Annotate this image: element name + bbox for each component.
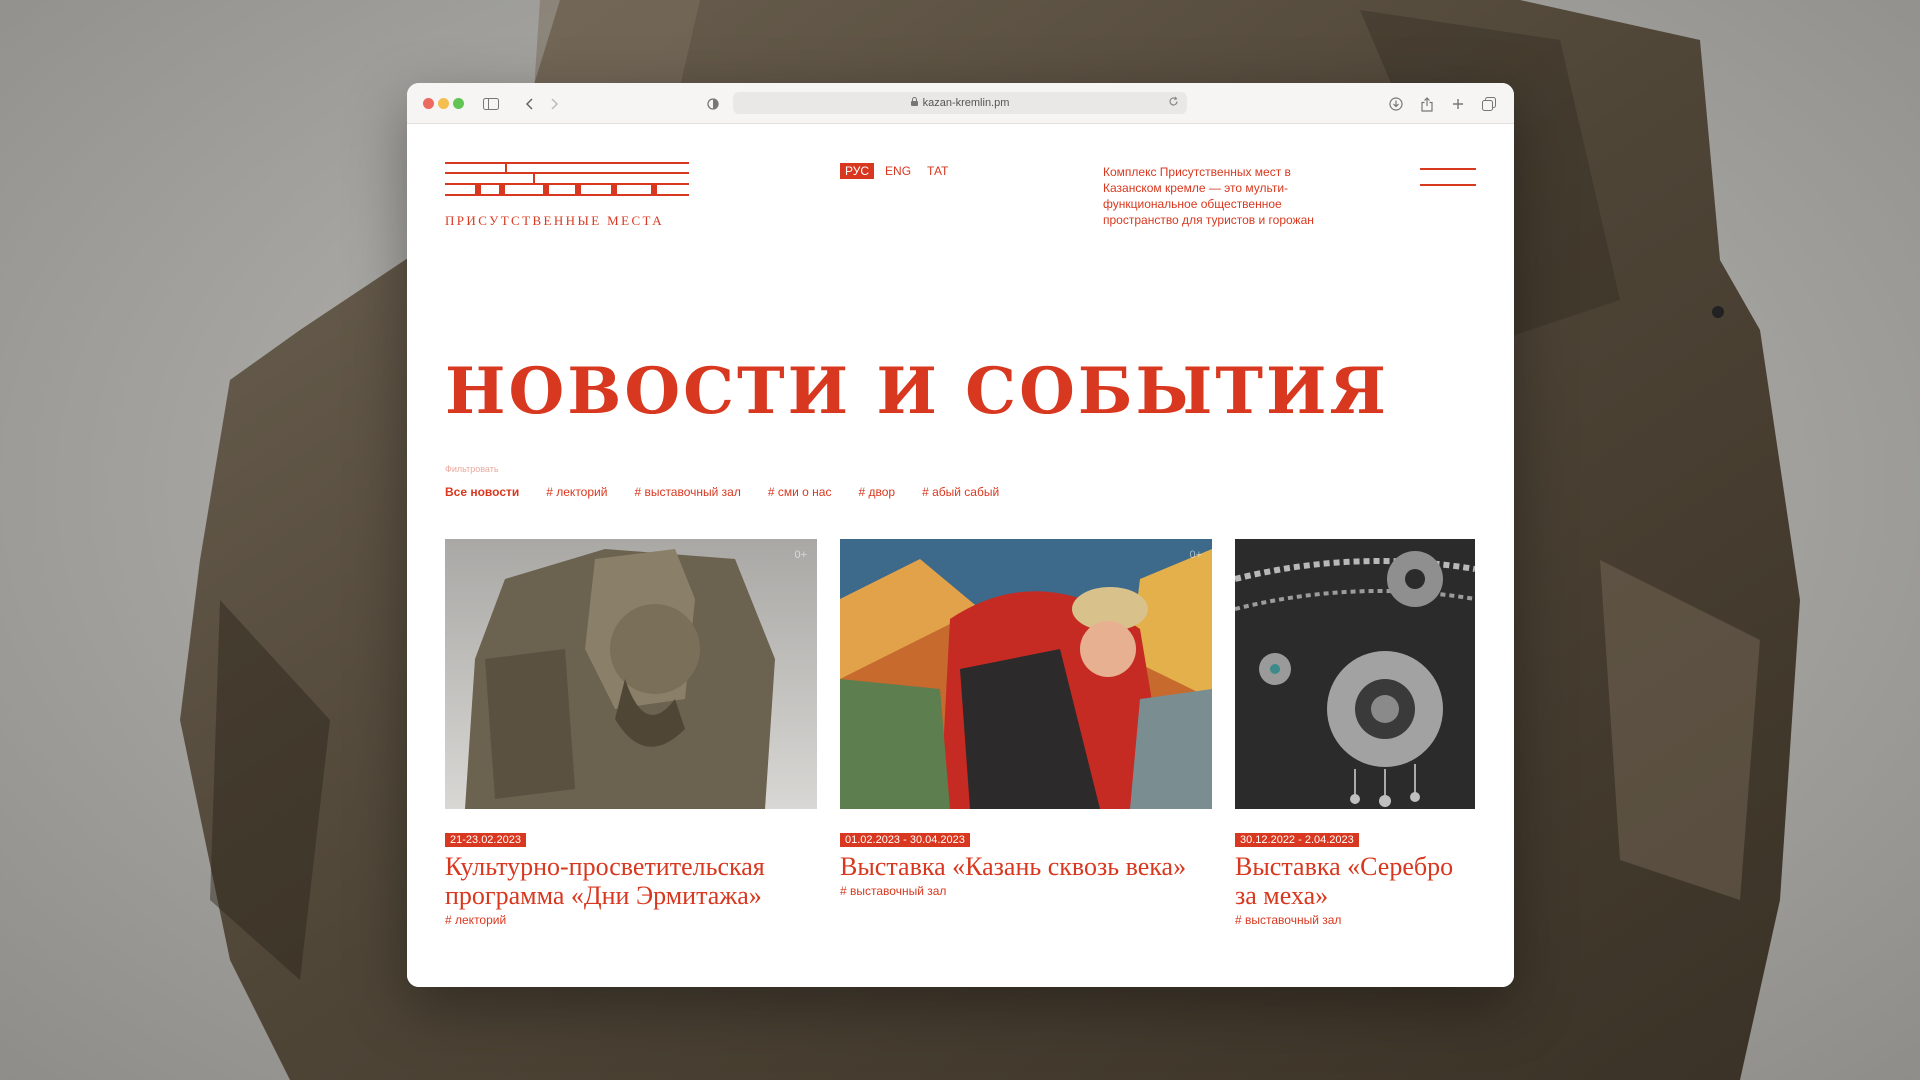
new-tab-icon[interactable]: [1448, 94, 1468, 114]
filter-bar: Все новости # лекторий # выставочный зал…: [445, 485, 1026, 499]
relief-image: [445, 539, 817, 809]
card-tag[interactable]: # выставочный зал: [1235, 913, 1475, 927]
card-image[interactable]: [1235, 539, 1475, 809]
page-title: НОВОСТИ И СОБЫТИЯ: [445, 354, 1389, 429]
date-badge: 01.02.2023 - 30.04.2023: [840, 833, 970, 847]
url-text: kazan-kremlin.pm: [922, 97, 1010, 109]
age-rating-badge: 0+: [794, 549, 807, 561]
close-window-button[interactable]: [423, 98, 434, 109]
forward-icon[interactable]: [545, 94, 565, 114]
site-description: Комплекс Присутственных мест в Казанском…: [1103, 165, 1314, 227]
reload-icon[interactable]: [1168, 96, 1179, 110]
logo-building-icon: [445, 162, 689, 196]
news-card[interactable]: 30.12.2022 - 2.04.2023 Выставка «Серебро…: [1235, 539, 1475, 927]
download-icon[interactable]: [1386, 94, 1406, 114]
painting-image: [840, 539, 1212, 809]
tab-overview-icon[interactable]: [1479, 94, 1499, 114]
card-image[interactable]: 0+: [445, 539, 817, 809]
lang-ru[interactable]: РУС: [840, 163, 875, 179]
card-title[interactable]: Культурно-просветительская программа «Дн…: [445, 852, 817, 910]
card-tag[interactable]: # выставочный зал: [840, 884, 1212, 898]
card-image[interactable]: 0+: [840, 539, 1212, 809]
filter-exhibition-hall[interactable]: # выставочный зал: [634, 485, 740, 499]
filter-label: Фильтровать: [445, 464, 499, 474]
web-page: Присутственные места РУС ENG ТАТ Комплек…: [407, 124, 1514, 987]
menu-icon[interactable]: [1420, 165, 1476, 191]
share-icon[interactable]: [1417, 94, 1437, 114]
privacy-shield-icon[interactable]: [703, 94, 723, 114]
address-bar[interactable]: kazan-kremlin.pm: [733, 92, 1187, 114]
browser-window: kazan-kremlin.pm ПРИСУТСТВЕННЫЕ МЕСТА РУ…: [407, 83, 1514, 987]
site-logo[interactable]: Присутственные места: [445, 162, 689, 229]
age-rating-badge: 0+: [1189, 549, 1202, 561]
card-title[interactable]: Выставка «Казань сквозь века»: [840, 852, 1212, 881]
zoom-window-button[interactable]: [453, 98, 464, 109]
language-switcher: РУС ENG ТАТ: [840, 163, 953, 179]
back-icon[interactable]: [519, 94, 539, 114]
filter-lectures[interactable]: # лекторий: [546, 485, 607, 499]
date-badge: 21-23.02.2023: [445, 833, 526, 847]
date-badge: 30.12.2022 - 2.04.2023: [1235, 833, 1359, 847]
silver-jewelry-image: [1235, 539, 1475, 809]
filter-press[interactable]: # сми о нас: [768, 485, 832, 499]
news-card[interactable]: 0+ 01.02.2023 - 30.04.2023 Выставка «Каз…: [840, 539, 1212, 898]
news-card[interactable]: 0+ 21-23.02.2023 Культурно-просветительс…: [445, 539, 817, 927]
filter-all-news[interactable]: Все новости: [445, 485, 519, 499]
card-title[interactable]: Выставка «Серебро за меха»: [1235, 852, 1475, 910]
browser-toolbar: kazan-kremlin.pm: [407, 83, 1514, 124]
lang-en[interactable]: ENG: [880, 163, 916, 179]
card-tag[interactable]: # лекторий: [445, 913, 817, 927]
lang-tt[interactable]: ТАТ: [922, 163, 953, 179]
lock-icon: [910, 97, 918, 109]
sidebar-toggle-icon[interactable]: [481, 94, 501, 114]
filter-courtyard[interactable]: # двор: [858, 485, 895, 499]
logo-text: Присутственные места: [445, 213, 665, 228]
minimize-window-button[interactable]: [438, 98, 449, 109]
filter-abyi-sabyi[interactable]: # абый сабый: [922, 485, 999, 499]
